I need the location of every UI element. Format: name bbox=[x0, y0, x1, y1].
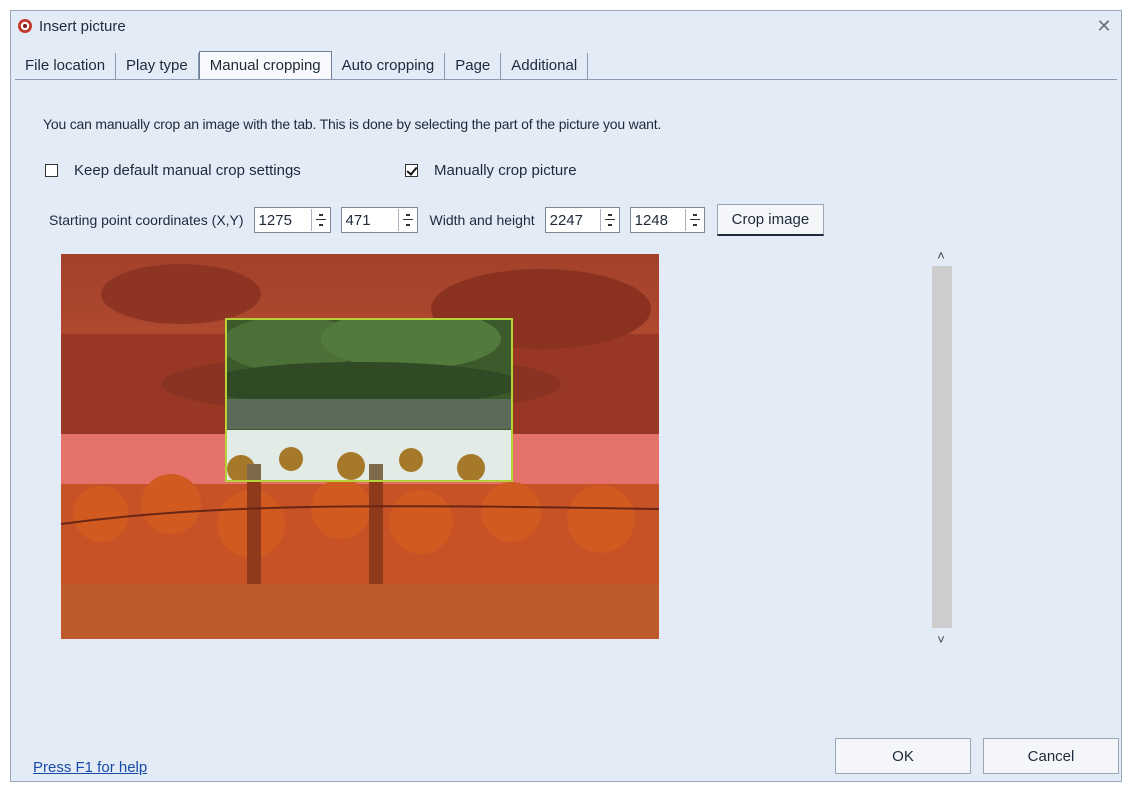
scroll-up-arrow-icon[interactable]: ˄ bbox=[930, 248, 952, 264]
height-input[interactable] bbox=[630, 209, 685, 231]
start-x-spin-button[interactable] bbox=[310, 209, 330, 231]
start-y-input[interactable] bbox=[341, 209, 398, 231]
picture-preview[interactable] bbox=[61, 254, 659, 639]
ok-button[interactable]: OK bbox=[835, 738, 971, 774]
keep-default-row[interactable]: Keep default manual crop settings bbox=[45, 162, 301, 179]
start-point-label: Starting point coordinates (X,Y) bbox=[49, 212, 244, 228]
insert-picture-dialog: Insert picture ✕ File location Play type… bbox=[10, 10, 1122, 782]
help-link[interactable]: Press F1 for help bbox=[33, 759, 147, 776]
coordinates-row: Starting point coordinates (X,Y) Width a… bbox=[49, 204, 825, 236]
keep-default-checkbox[interactable] bbox=[45, 164, 58, 177]
tab-play-type[interactable]: Play type bbox=[116, 53, 199, 79]
cancel-button[interactable]: Cancel bbox=[983, 738, 1119, 774]
tab-manual-cropping[interactable]: Manual cropping bbox=[198, 51, 332, 79]
crop-image-button[interactable]: Crop image bbox=[716, 204, 825, 236]
keep-default-label: Keep default manual crop settings bbox=[74, 162, 301, 179]
window-title: Insert picture bbox=[39, 18, 126, 35]
height-spin-button[interactable] bbox=[684, 209, 704, 231]
size-label: Width and height bbox=[429, 212, 535, 228]
tab-page[interactable]: Page bbox=[445, 53, 502, 79]
app-logo-icon bbox=[18, 19, 32, 33]
tab-file-location[interactable]: File location bbox=[15, 53, 117, 79]
width-spinner bbox=[544, 207, 620, 233]
vertical-scrollbar[interactable]: ˄ ˅ bbox=[930, 248, 952, 648]
manual-crop-row[interactable]: Manually crop picture bbox=[405, 162, 577, 179]
title-bar: Insert picture ✕ bbox=[11, 11, 1121, 41]
start-y-spin-button[interactable] bbox=[397, 209, 417, 231]
crop-selection-rectangle[interactable] bbox=[225, 318, 513, 482]
start-y-spinner bbox=[340, 207, 418, 233]
manual-crop-checkbox[interactable] bbox=[405, 164, 418, 177]
manual-cropping-panel: You can manually crop an image with the … bbox=[15, 79, 1117, 780]
manual-crop-label: Manually crop picture bbox=[434, 162, 577, 179]
scroll-thumb[interactable] bbox=[932, 266, 952, 628]
start-x-input[interactable] bbox=[254, 209, 311, 231]
width-spin-button[interactable] bbox=[599, 209, 619, 231]
scroll-down-arrow-icon[interactable]: ˅ bbox=[930, 632, 952, 648]
tab-additional[interactable]: Additional bbox=[501, 53, 589, 79]
tab-auto-cropping[interactable]: Auto cropping bbox=[331, 53, 446, 79]
close-button[interactable]: ✕ bbox=[1091, 13, 1117, 39]
start-x-spinner bbox=[253, 207, 331, 233]
tab-strip: File location Play type Manual cropping … bbox=[15, 51, 589, 79]
intro-text: You can manually crop an image with the … bbox=[43, 116, 662, 132]
width-input[interactable] bbox=[545, 209, 600, 231]
height-spinner bbox=[629, 207, 705, 233]
